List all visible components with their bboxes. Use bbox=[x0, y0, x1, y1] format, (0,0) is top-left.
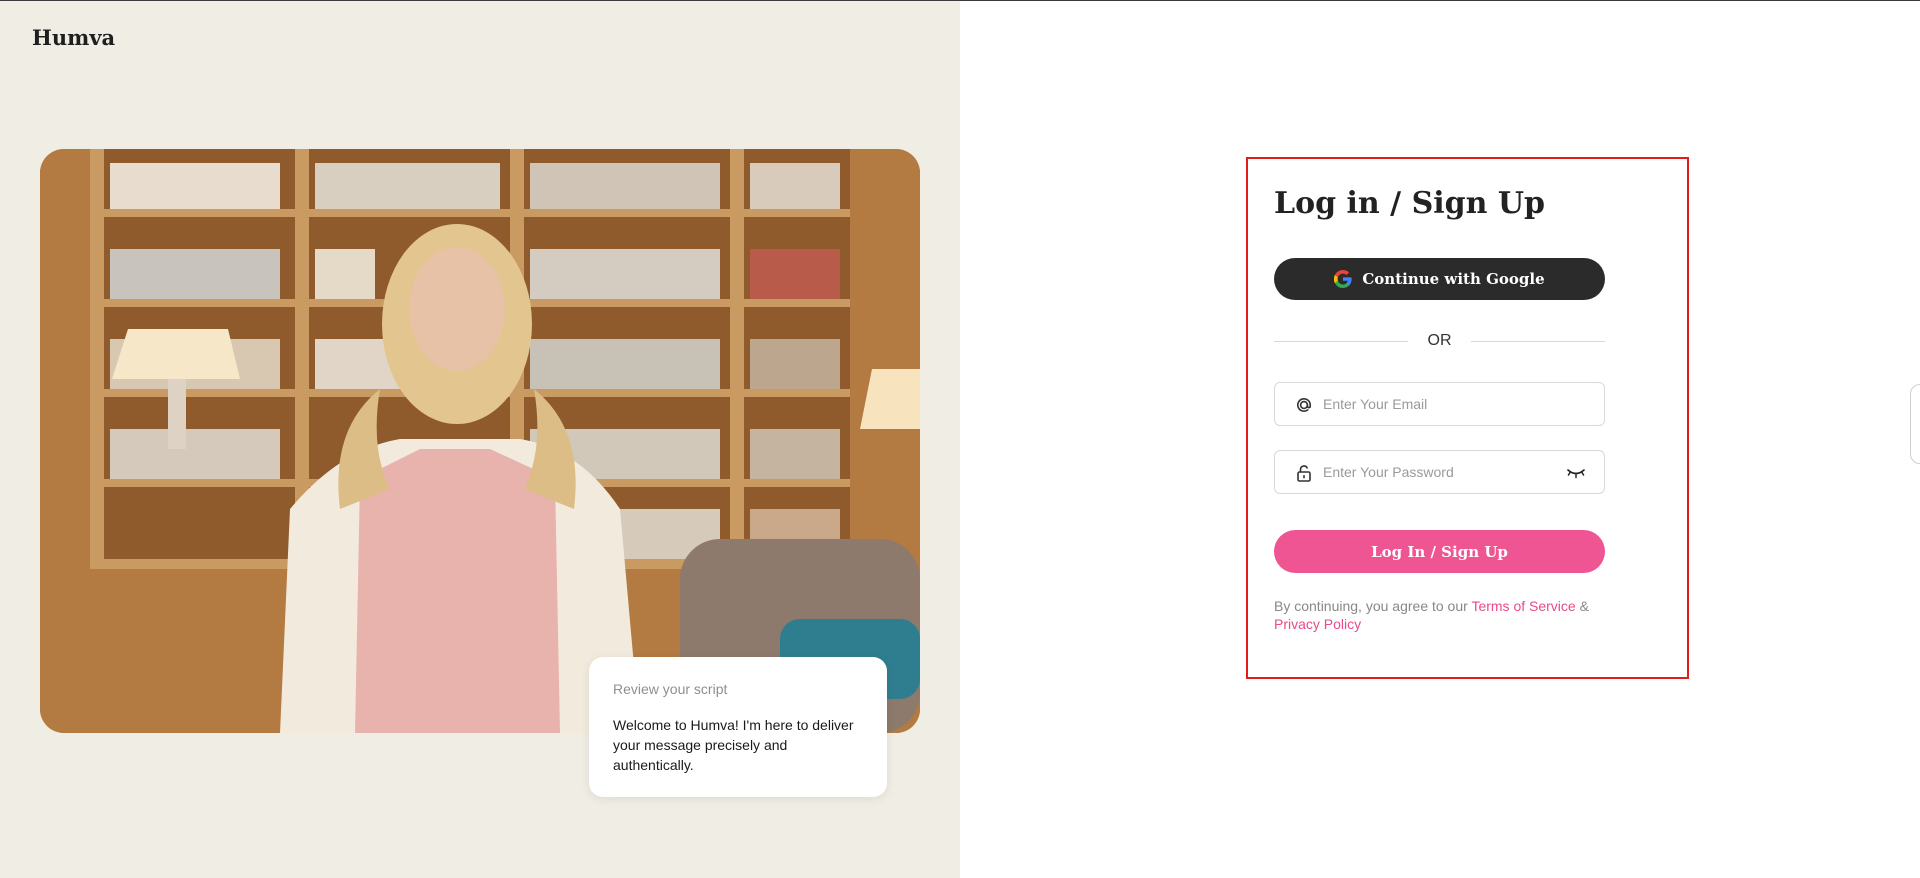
password-field[interactable]: Enter Your Password bbox=[1274, 450, 1605, 494]
script-card-body: Welcome to Humva! I'm here to deliver yo… bbox=[613, 717, 854, 773]
left-panel: Humva Review your script Welcome to Humv… bbox=[0, 1, 960, 878]
eye-closed-icon[interactable] bbox=[1566, 465, 1586, 481]
brand-logo[interactable]: Humva bbox=[32, 25, 115, 50]
password-placeholder: Enter Your Password bbox=[1323, 464, 1454, 480]
at-sign-icon bbox=[1297, 398, 1311, 412]
script-review-card: Review your script Welcome to Humva! I'm… bbox=[589, 657, 887, 797]
terms-of-service-link[interactable]: Terms of Service bbox=[1471, 598, 1575, 614]
divider-line-right bbox=[1471, 341, 1605, 342]
page-title: Log in / Sign Up bbox=[1274, 186, 1546, 221]
terms-prefix: By continuing, you agree to our bbox=[1274, 598, 1468, 614]
terms-and: & bbox=[1579, 598, 1589, 614]
hero-image bbox=[40, 149, 920, 733]
continue-with-google-button[interactable]: Continue with Google bbox=[1274, 258, 1605, 300]
email-field[interactable]: Enter Your Email bbox=[1274, 382, 1605, 426]
script-card-title: Review your script bbox=[613, 681, 728, 697]
google-icon bbox=[1334, 270, 1352, 288]
privacy-policy-link[interactable]: Privacy Policy bbox=[1274, 616, 1361, 632]
google-button-label: Continue with Google bbox=[1362, 270, 1545, 288]
hero-illustration bbox=[40, 149, 920, 733]
lock-icon bbox=[1297, 465, 1311, 482]
or-divider: OR bbox=[1274, 330, 1605, 352]
side-drawer-handle[interactable] bbox=[1910, 384, 1920, 464]
email-placeholder: Enter Your Email bbox=[1323, 396, 1428, 412]
terms-notice: By continuing, you agree to our Terms of… bbox=[1274, 597, 1614, 633]
login-signup-button[interactable]: Log In / Sign Up bbox=[1274, 530, 1605, 573]
